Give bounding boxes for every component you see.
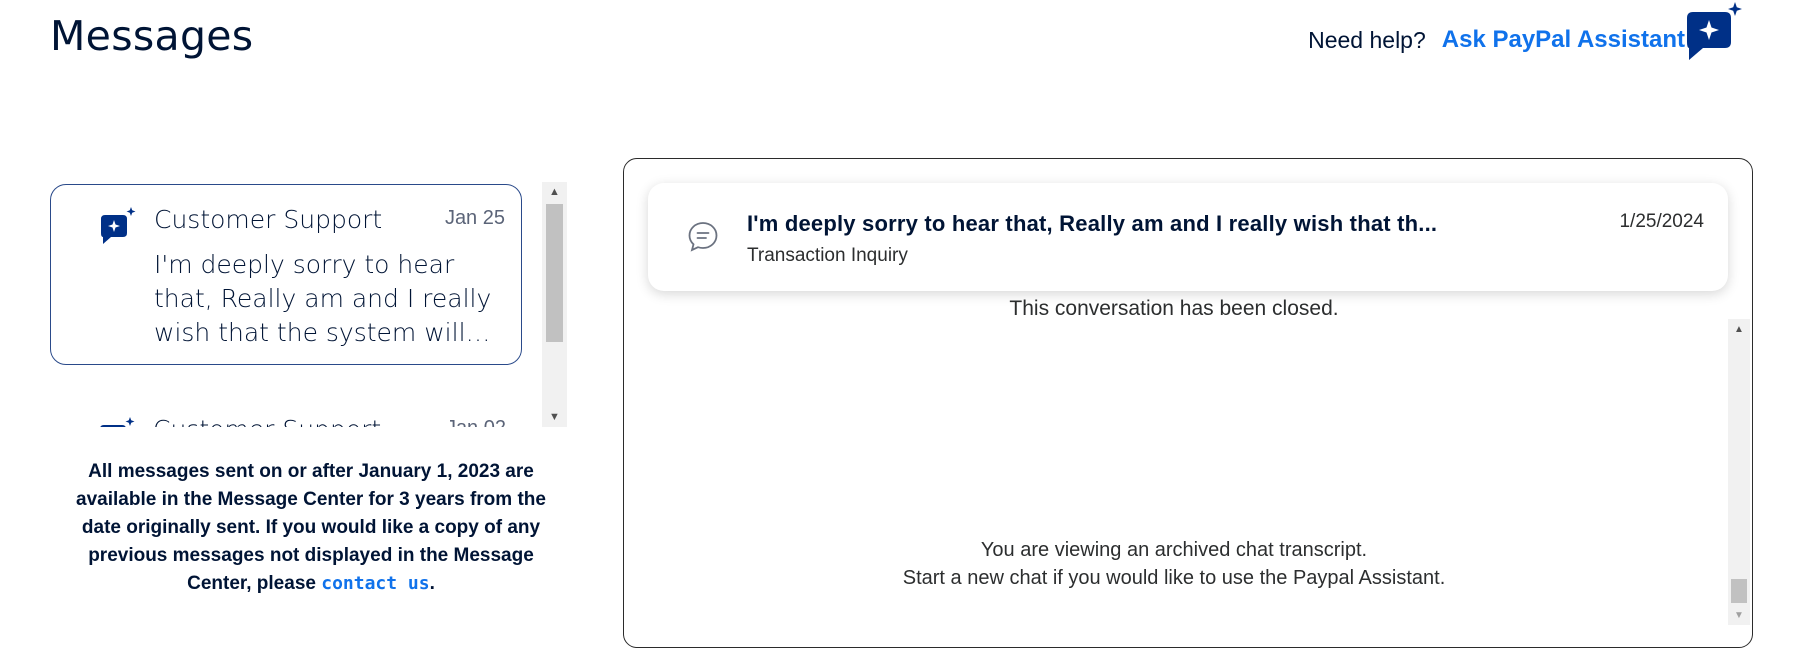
ask-paypal-assistant-link[interactable]: Ask PayPal Assistant (1442, 26, 1685, 54)
scroll-up-arrow-icon[interactable]: ▲ (1728, 319, 1750, 339)
help-prefix: Need help? (1308, 26, 1426, 53)
message-date: 1/25/2024 (1619, 211, 1704, 232)
scrollbar-thumb[interactable] (1731, 579, 1747, 603)
conversation-title: Customer Support (153, 415, 381, 427)
conversation-list: Customer Support Jan 25 I'm deeply sorry… (50, 182, 550, 427)
retention-note-text: All messages sent on or after January 1,… (76, 461, 546, 594)
sparkle-chat-icon (99, 207, 137, 245)
chat-bubble-icon (686, 219, 720, 253)
contact-us-link[interactable]: contact us (321, 573, 429, 594)
conversation-date: Jan 25 (444, 207, 505, 229)
conversation-list-scrollbar[interactable]: ▲ ▼ (542, 182, 567, 427)
sparkle-chat-icon[interactable] (1681, 2, 1743, 66)
scrollbar-thumb[interactable] (546, 204, 563, 342)
conversation-item-selected[interactable]: Customer Support Jan 25 I'm deeply sorry… (50, 184, 522, 365)
scroll-down-arrow-icon[interactable]: ▼ (542, 407, 567, 427)
message-subject-card: I'm deeply sorry to hear that, Really am… (648, 183, 1728, 291)
conversation-closed-notice: This conversation has been closed. (1009, 297, 1339, 319)
message-subject: I'm deeply sorry to hear that, Really am… (747, 211, 1438, 236)
sparkle-chat-icon (98, 417, 136, 427)
retention-note-suffix: . (429, 573, 435, 594)
scroll-up-arrow-icon[interactable]: ▲ (542, 182, 567, 202)
page-title: Messages (50, 12, 254, 60)
conversation-title: Customer Support (154, 205, 383, 234)
message-detail-panel: I'm deeply sorry to hear that, Really am… (623, 158, 1753, 648)
message-category: Transaction Inquiry (747, 245, 908, 266)
scroll-down-arrow-icon[interactable]: ▼ (1728, 605, 1750, 625)
retention-note: All messages sent on or after January 1,… (68, 458, 554, 598)
transcript-scrollbar[interactable]: ▲ ▼ (1728, 319, 1750, 625)
archived-transcript-notice: You are viewing an archived chat transcr… (980, 539, 1368, 561)
new-chat-hint: Start a new chat if you would like to us… (902, 567, 1446, 589)
conversation-preview: I'm deeply sorry to hear that, Really am… (154, 250, 492, 347)
conversation-date: Jan 02 (446, 417, 506, 427)
help-area: Need help? Ask PayPal Assistant (1308, 26, 1685, 54)
conversation-item[interactable]: Customer Support Jan 02 (50, 395, 522, 427)
